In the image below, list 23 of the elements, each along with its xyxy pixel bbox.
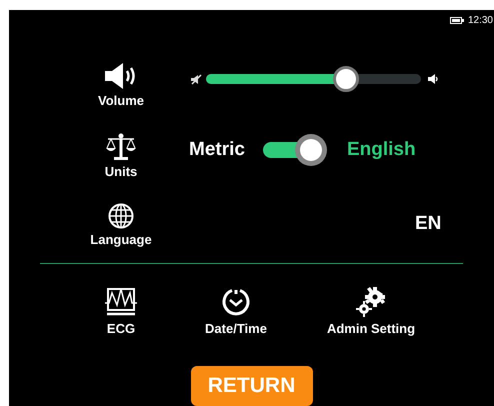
battery-icon — [450, 17, 464, 24]
shortcut-button[interactable]: ECG — [81, 286, 161, 366]
units-toggle[interactable] — [262, 134, 327, 166]
clock-icon — [221, 286, 251, 317]
volume-slider[interactable] — [206, 66, 421, 92]
language-value[interactable]: EN — [415, 210, 442, 239]
mute-icon — [191, 74, 202, 85]
toggle-thumb — [294, 134, 327, 166]
slider-thumb[interactable] — [332, 66, 359, 92]
globe-icon — [108, 203, 134, 230]
language-label: Language — [90, 231, 152, 250]
units-option: English — [346, 136, 416, 164]
scales-icon — [105, 132, 137, 161]
status-time: 12:30 — [468, 14, 493, 28]
shortcut-button[interactable]: Date/Time — [176, 286, 296, 366]
units-option: Metric — [189, 136, 245, 164]
shortcut-button[interactable]: Admin Setting — [311, 286, 431, 366]
volume-label: Volume — [98, 92, 144, 110]
speaker-icon — [428, 74, 439, 84]
gears-icon — [355, 286, 387, 317]
speaker-icon — [105, 63, 137, 90]
ecg-monitor-icon — [105, 286, 137, 317]
units-label: Units — [104, 162, 138, 181]
